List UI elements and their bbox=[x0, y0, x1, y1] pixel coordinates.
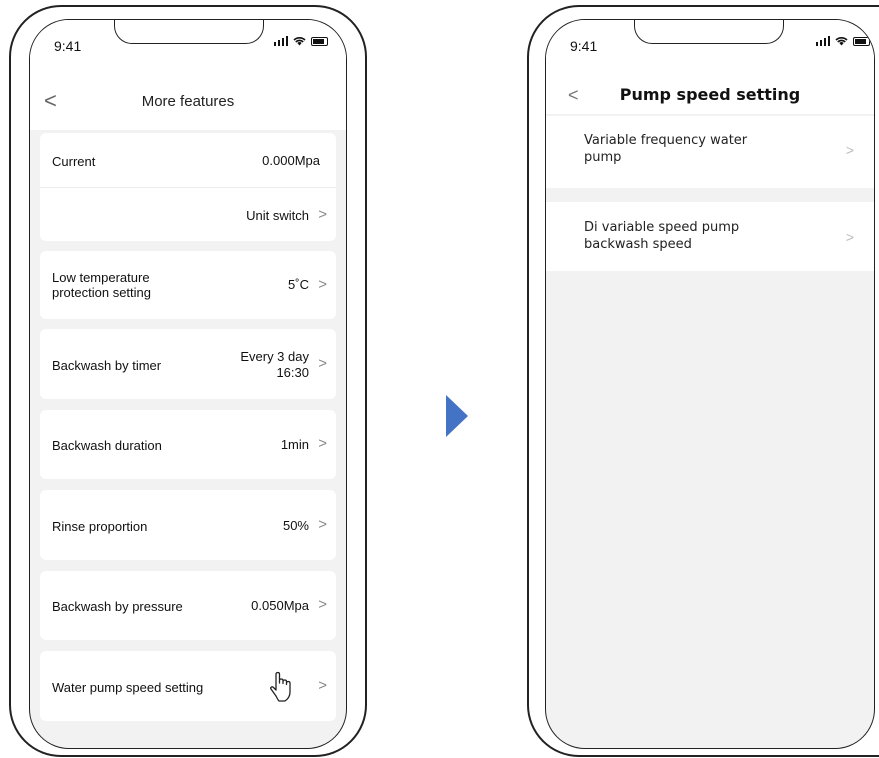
backwash-timer-label: Backwash by timer bbox=[52, 358, 162, 373]
left-phone-screen: 9:41 < More features Current 0.000Mpa Un… bbox=[29, 19, 347, 749]
backwash-pressure-value: 0.050Mpa bbox=[251, 598, 309, 613]
low-temperature-label: Low temperature protection setting bbox=[52, 270, 152, 300]
wifi-icon bbox=[293, 37, 306, 46]
chevron-right-icon: > bbox=[845, 142, 854, 158]
chevron-right-icon: > bbox=[318, 596, 327, 613]
di-variable-speed-pump-label-line1: Di variable speed pump bbox=[584, 220, 740, 235]
left-phone-frame: 9:41 < More features Current 0.000Mpa Un… bbox=[9, 5, 367, 757]
battery-icon bbox=[853, 36, 870, 46]
page-title: Pump speed setting bbox=[619, 85, 801, 104]
low-temperature-value: 5˚C bbox=[288, 277, 309, 292]
page-title: More features bbox=[141, 93, 235, 110]
wifi-icon bbox=[835, 37, 848, 46]
phone-notch bbox=[114, 20, 264, 44]
status-time: 9:41 bbox=[54, 38, 82, 54]
chevron-right-icon: > bbox=[318, 206, 327, 223]
signal-icon bbox=[273, 36, 288, 46]
unit-switch-row[interactable]: Unit switch > bbox=[40, 188, 336, 241]
nav-bar: < Pump speed setting bbox=[546, 70, 874, 114]
backwash-pressure-row[interactable]: Backwash by pressure 0.050Mpa > bbox=[40, 571, 336, 640]
low-temperature-row[interactable]: Low temperature protection setting 5˚C > bbox=[40, 251, 336, 319]
chevron-right-icon: > bbox=[318, 516, 327, 533]
backwash-pressure-label: Backwash by pressure bbox=[52, 599, 183, 614]
status-icons bbox=[815, 36, 870, 46]
variable-frequency-pump-label-line1: Variable frequency water bbox=[584, 133, 748, 148]
current-value: 0.000Mpa bbox=[262, 153, 320, 168]
hand-pointer-icon bbox=[270, 671, 291, 702]
current-label: Current bbox=[52, 154, 96, 169]
chevron-right-icon: > bbox=[845, 229, 854, 245]
chevron-right-icon: > bbox=[318, 355, 327, 372]
backwash-duration-row[interactable]: Backwash duration 1min > bbox=[40, 410, 336, 479]
variable-frequency-pump-row[interactable]: Variable frequency water pump > bbox=[546, 116, 874, 188]
status-icons bbox=[273, 36, 328, 46]
di-variable-speed-pump-label-line2: backwash speed bbox=[584, 237, 692, 252]
rinse-proportion-value: 50% bbox=[282, 518, 309, 533]
backwash-timer-value-line1: Every 3 day bbox=[240, 349, 309, 364]
right-phone-frame: 9:41 < Pump speed setting Variable frequ… bbox=[527, 5, 879, 757]
status-time: 9:41 bbox=[570, 38, 598, 54]
backwash-duration-label: Backwash duration bbox=[52, 438, 162, 453]
rinse-proportion-row[interactable]: Rinse proportion 50% > bbox=[40, 490, 336, 560]
chevron-right-icon: > bbox=[318, 435, 327, 452]
play-arrow-icon bbox=[446, 395, 468, 437]
phone-notch bbox=[634, 20, 784, 44]
rinse-proportion-label: Rinse proportion bbox=[52, 519, 148, 534]
right-phone-screen: 9:41 < Pump speed setting Variable frequ… bbox=[545, 19, 875, 749]
backwash-duration-value: 1min bbox=[280, 437, 309, 452]
signal-icon bbox=[815, 36, 830, 46]
backwash-timer-value-line2: 16:30 bbox=[276, 365, 309, 380]
water-pump-speed-row[interactable]: Water pump speed setting > bbox=[40, 651, 336, 721]
di-variable-speed-pump-row[interactable]: Di variable speed pump backwash speed > bbox=[546, 202, 874, 271]
nav-bar: < More features bbox=[30, 70, 346, 130]
variable-frequency-pump-label-line2: pump bbox=[584, 150, 622, 165]
chevron-right-icon: > bbox=[318, 276, 327, 293]
current-pressure-card: Current 0.000Mpa Unit switch > bbox=[40, 133, 336, 241]
water-pump-speed-label: Water pump speed setting bbox=[52, 680, 204, 695]
unit-switch-label: Unit switch bbox=[246, 208, 309, 223]
battery-icon bbox=[311, 36, 328, 46]
chevron-right-icon: > bbox=[318, 677, 327, 694]
backwash-timer-row[interactable]: Backwash by timer Every 3 day 16:30 > bbox=[40, 329, 336, 399]
